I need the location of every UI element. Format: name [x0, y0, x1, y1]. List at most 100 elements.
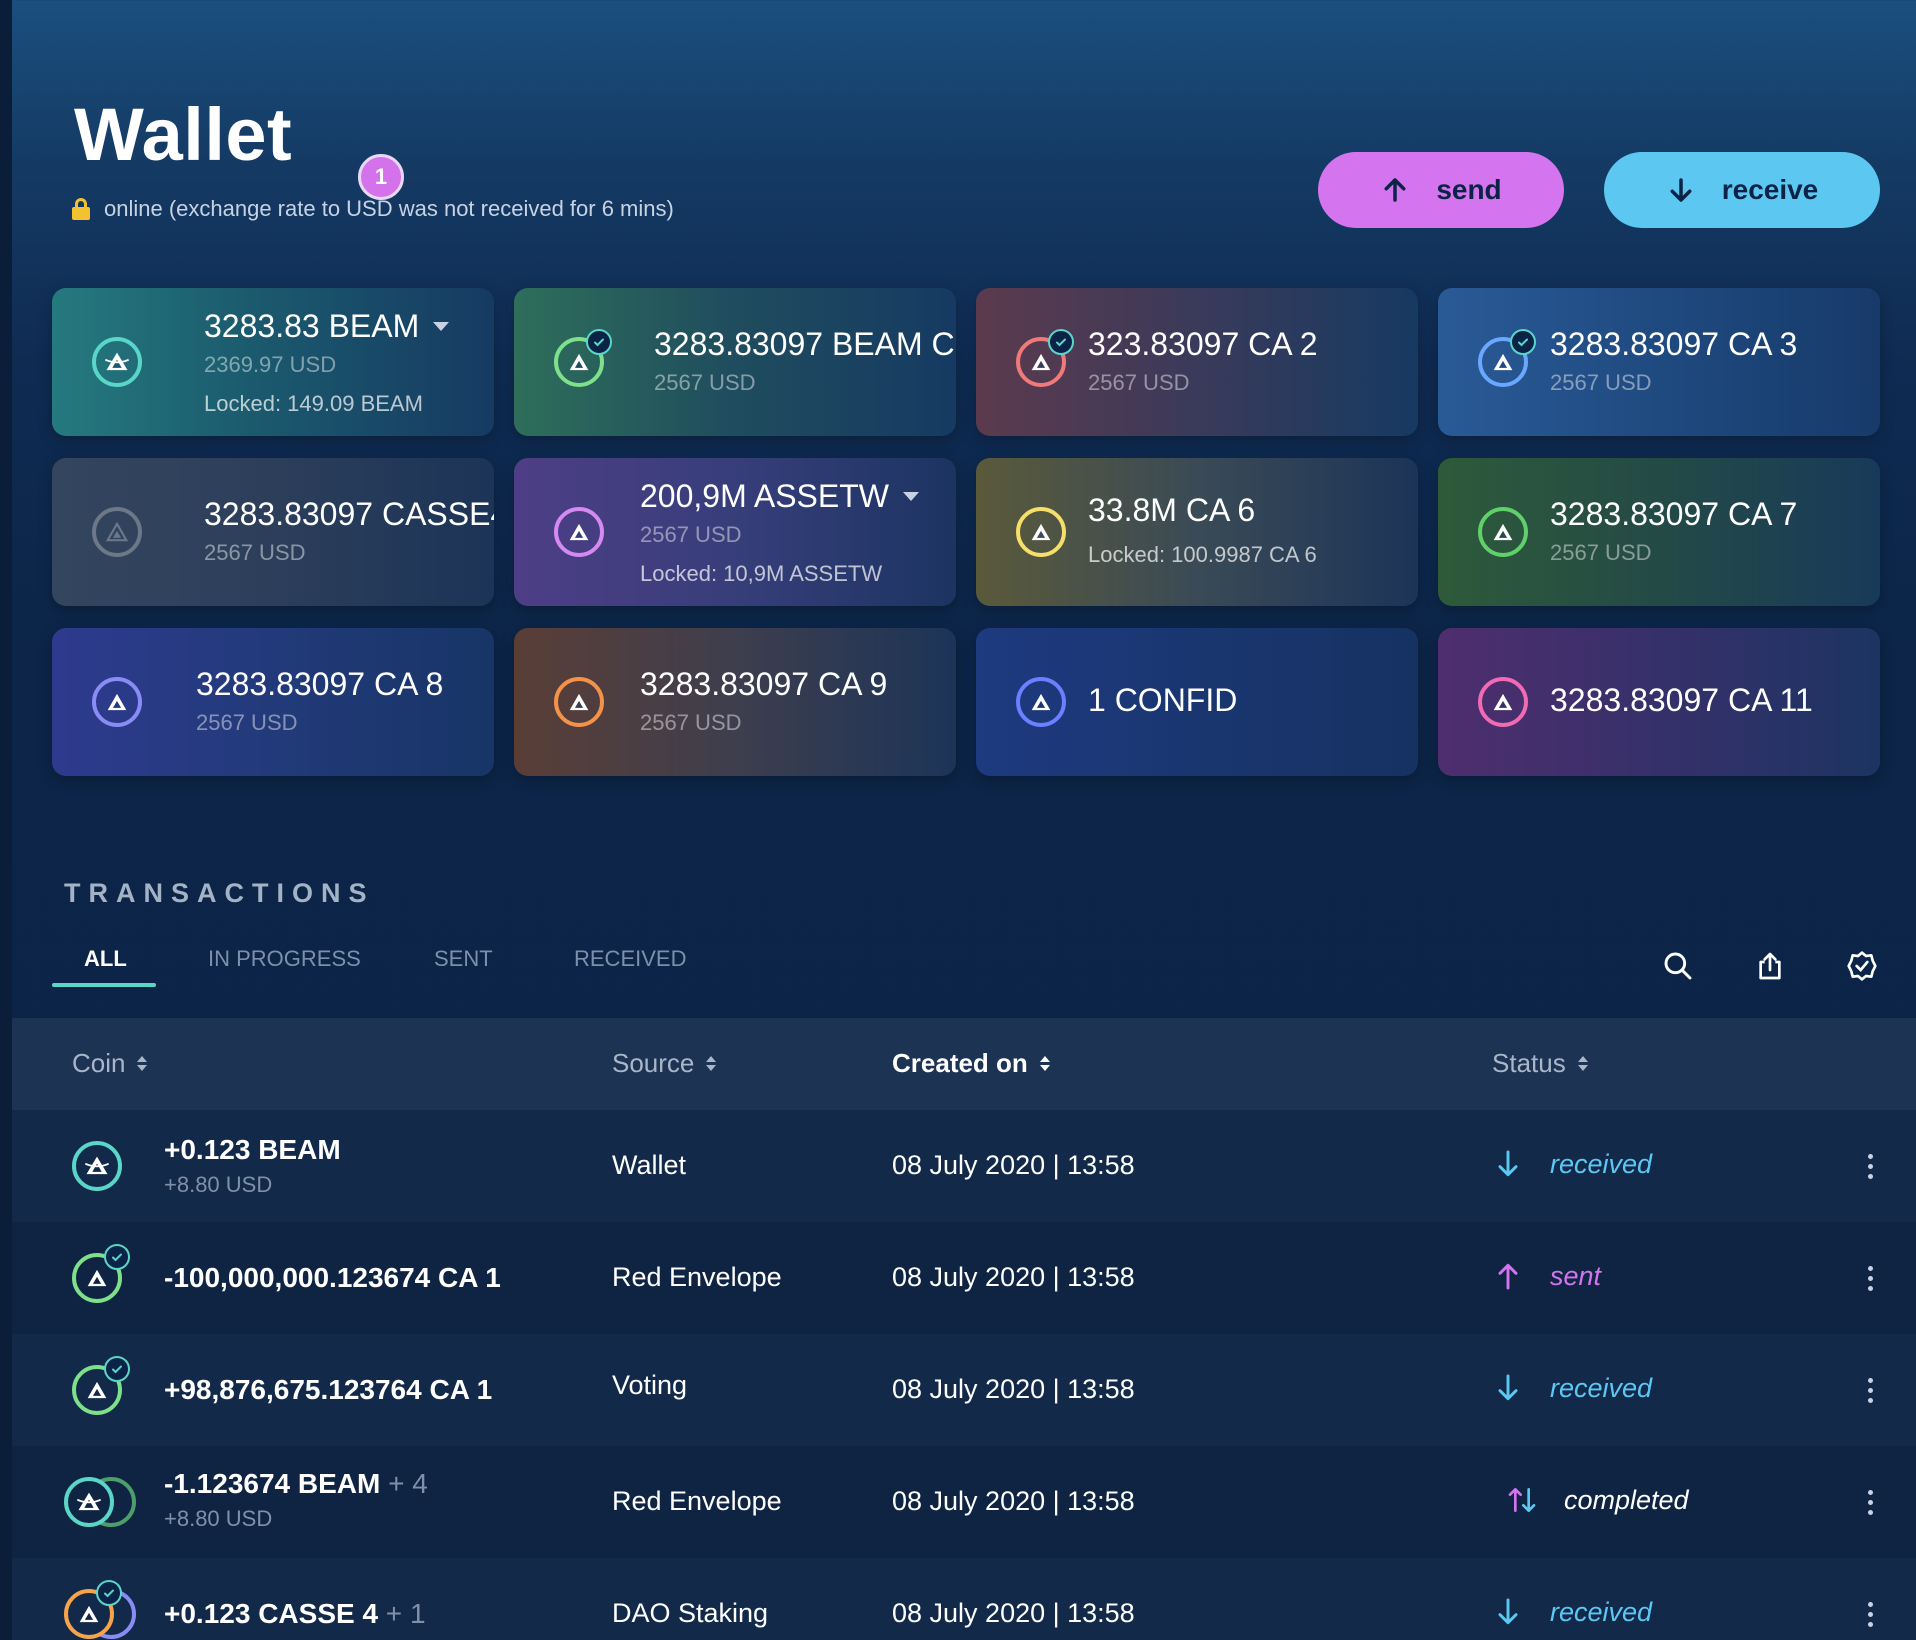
chevron-down-icon[interactable]	[902, 492, 919, 501]
receive-label: receive	[1721, 174, 1819, 205]
tx-amount: +98,876,675.123764 CA 1	[164, 1374, 493, 1405]
left-edge	[0, 0, 12, 1640]
transactions-heading: TRANSACTIONS	[64, 878, 375, 908]
arrow-up-icon	[1384, 178, 1406, 202]
asset-coin-icon	[1478, 677, 1528, 727]
tx-amount: +0.123 CASSE 4 + 1	[164, 1598, 426, 1629]
asset-card-confid[interactable]: 1 CONFID	[976, 628, 1418, 776]
column-created-on[interactable]: Created on	[892, 1048, 1050, 1079]
arrows-up-down-icon	[1508, 1488, 1536, 1512]
table-row[interactable]: -100,000,000.123674 CA 1 Red Envelope 08…	[12, 1222, 1916, 1334]
tx-amount: -100,000,000.123674 CA 1	[164, 1262, 501, 1293]
active-tab-indicator	[52, 983, 156, 987]
lock-icon	[72, 198, 90, 220]
sort-icon	[706, 1056, 717, 1071]
asset-usd: 2567 USD	[640, 522, 742, 547]
column-source[interactable]: Source	[612, 1048, 717, 1079]
table-row[interactable]: -1.123674 BEAM + 4 +8.80 USD Red Envelop…	[12, 1446, 1916, 1558]
tx-status-label: received	[1550, 1596, 1653, 1627]
asset-card-ca9[interactable]: 3283.83097 CA 9 2567 USD	[514, 628, 956, 776]
tx-status: received	[1492, 1372, 1652, 1404]
tx-status: sent	[1492, 1260, 1601, 1292]
send-label: send	[1436, 174, 1502, 205]
share-icon[interactable]	[1750, 944, 1790, 988]
column-status-label: Status	[1492, 1048, 1566, 1078]
kebab-menu-icon[interactable]	[1860, 1594, 1880, 1634]
beam-coin-icon	[72, 1141, 122, 1191]
asset-card-ca2[interactable]: 323.83097 CA 2 2567 USD	[976, 288, 1418, 436]
table-row[interactable]: +0.123 CASSE 4 + 1 DAO Staking 08 July 2…	[12, 1558, 1916, 1640]
asset-amount: 1 CONFID	[1088, 682, 1238, 718]
page-title: Wallet	[74, 93, 293, 176]
tab-sent[interactable]: SENT	[434, 946, 493, 972]
asset-amount: 3283.83 BEAM	[204, 308, 420, 344]
asset-amount: 3283.83097 CA 8	[196, 666, 444, 702]
asset-card-casse4[interactable]: 3283.83097 CASSE4 2567 USD	[52, 458, 494, 606]
asset-coin-icon	[1016, 677, 1066, 727]
tx-usd: +8.80 USD	[164, 1506, 273, 1531]
chevron-down-icon[interactable]	[433, 322, 450, 331]
tx-source: DAO Staking	[612, 1598, 769, 1628]
tx-amount: +0.123 BEAM	[164, 1134, 341, 1165]
asset-card-ca7[interactable]: 3283.83097 CA 7 2567 USD	[1438, 458, 1880, 606]
asset-card-beam[interactable]: 3283.83 BEAM 2369.97 USD Locked: 149.09 …	[52, 288, 494, 436]
kebab-menu-icon[interactable]	[1860, 1482, 1880, 1522]
arrow-down-icon	[1498, 1374, 1518, 1401]
asset-coin-icon	[92, 677, 142, 727]
tx-date: 08 July 2020 | 13:58	[892, 1598, 1135, 1628]
beam-coin-icon	[64, 1477, 114, 1527]
asset-card-ca3[interactable]: 3283.83097 CA 3 2567 USD	[1438, 288, 1880, 436]
asset-card-ca6[interactable]: 33.8M CA 6 Locked: 100.9987 CA 6	[976, 458, 1418, 606]
arrow-down-icon	[1670, 178, 1692, 202]
column-status[interactable]: Status	[1492, 1048, 1588, 1079]
asset-amount: 3283.83097 CA 11	[1550, 682, 1813, 718]
table-row[interactable]: +0.123 BEAM +8.80 USD Wallet 08 July 202…	[12, 1110, 1916, 1222]
tx-source: Wallet	[612, 1150, 687, 1180]
asset-card-ca8[interactable]: 3283.83097 CA 8 2567 USD	[52, 628, 494, 776]
asset-card-beam-c[interactable]: 3283.83097 BEAM C.. 2567 USD	[514, 288, 956, 436]
notification-badge[interactable]: 1	[358, 154, 404, 200]
column-created-label: Created on	[892, 1048, 1028, 1078]
asset-coin-icon	[1478, 507, 1528, 557]
wallet-page: Wallet online (exchange rate to USD was …	[12, 0, 1916, 1640]
tx-date: 08 July 2020 | 13:58	[892, 1150, 1135, 1180]
tx-status: received	[1492, 1148, 1652, 1180]
receive-button[interactable]: receive	[1604, 152, 1880, 228]
tx-usd: +8.80 USD	[164, 1172, 273, 1197]
asset-coin-icon	[1016, 507, 1066, 557]
asset-amount: 3283.83097 BEAM C..	[654, 326, 956, 362]
kebab-menu-icon[interactable]	[1860, 1146, 1880, 1186]
search-icon[interactable]	[1658, 944, 1698, 988]
asset-usd: 2567 USD	[204, 540, 306, 565]
verified-icon	[104, 1356, 130, 1382]
asset-amount: 3283.83097 CASSE4	[204, 496, 494, 532]
arrow-down-icon	[1498, 1150, 1518, 1177]
beam-coin-icon	[92, 337, 142, 387]
asset-card-ca11[interactable]: 3283.83097 CA 11	[1438, 628, 1880, 776]
kebab-menu-icon[interactable]	[1860, 1370, 1880, 1410]
asset-usd: 2567 USD	[1550, 540, 1652, 565]
asset-card-assetw[interactable]: 200,9M ASSETW 2567 USD Locked: 10,9M ASS…	[514, 458, 956, 606]
column-coin[interactable]: Coin	[72, 1048, 148, 1079]
tx-source: Red Envelope	[612, 1262, 782, 1292]
send-button[interactable]: send	[1318, 152, 1564, 228]
column-source-label: Source	[612, 1048, 695, 1078]
tx-status-label: received	[1550, 1148, 1653, 1179]
tab-in-progress[interactable]: IN PROGRESS	[208, 946, 361, 972]
tx-status: received	[1492, 1596, 1652, 1628]
column-coin-label: Coin	[72, 1048, 126, 1078]
tab-all[interactable]: ALL	[84, 946, 127, 972]
tab-received[interactable]: RECEIVED	[574, 946, 686, 972]
verified-icon	[1510, 329, 1536, 355]
table-row[interactable]: +98,876,675.123764 CA 1 Voting 08 July 2…	[12, 1334, 1916, 1446]
connection-status: online (exchange rate to USD was not rec…	[72, 196, 674, 222]
verified-shield-icon[interactable]	[1842, 944, 1882, 988]
asset-coin-icon	[554, 677, 604, 727]
asset-usd: 2567 USD	[1550, 370, 1652, 395]
verified-icon	[1048, 329, 1074, 355]
asset-locked: Locked: 149.09 BEAM	[204, 391, 423, 416]
kebab-menu-icon[interactable]	[1860, 1258, 1880, 1298]
asset-amount: 3283.83097 CA 3	[1550, 326, 1798, 362]
verified-icon	[96, 1580, 122, 1606]
status-text: online (exchange rate to USD was not rec…	[104, 196, 674, 221]
